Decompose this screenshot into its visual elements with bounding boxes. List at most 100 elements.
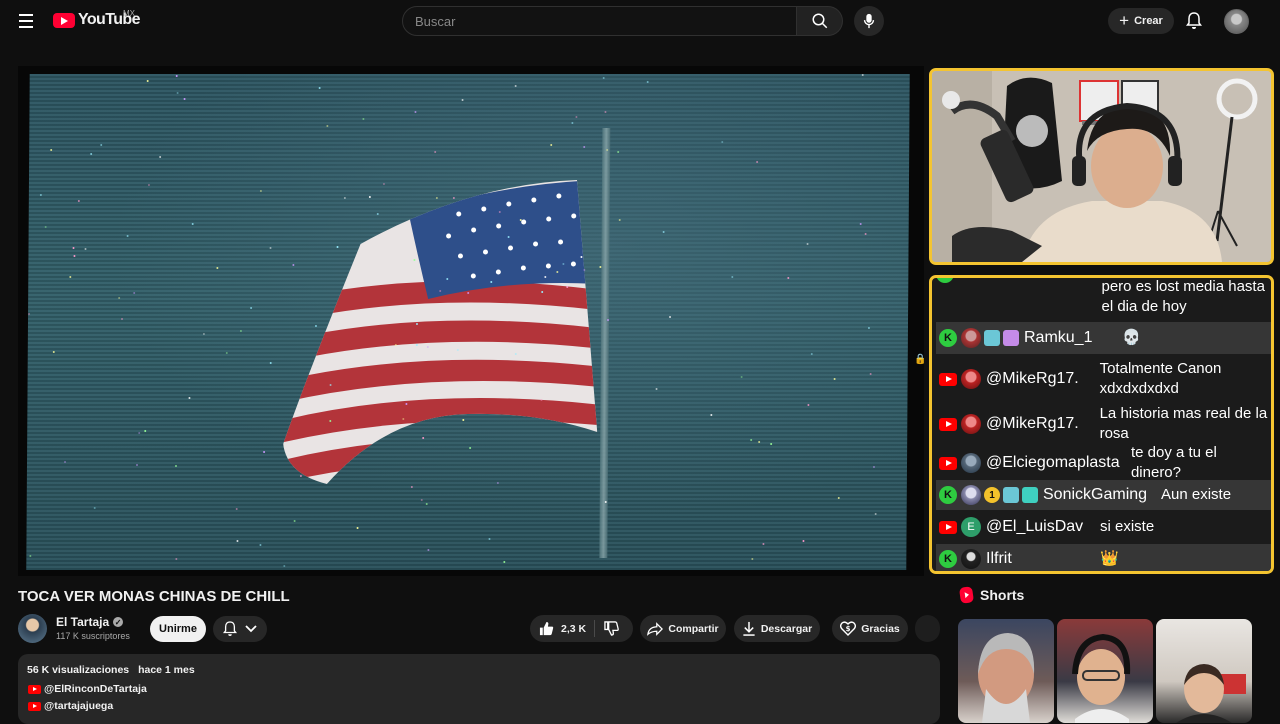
noise-speck	[118, 297, 121, 299]
description-link[interactable]: @ElRinconDeTartaja	[28, 683, 147, 695]
noise-speck	[293, 520, 296, 522]
noise-speck	[580, 256, 583, 258]
noise-speck	[467, 292, 470, 294]
kick-icon: K	[939, 486, 957, 504]
noise-speck	[176, 92, 179, 94]
noise-speck	[602, 77, 605, 79]
noise-speck	[376, 213, 379, 215]
link-text[interactable]: @ElRinconDeTartaja	[44, 683, 147, 695]
noise-speck	[405, 403, 408, 405]
chat-author-cropped: K	[936, 278, 1102, 297]
noise-speck	[498, 211, 501, 213]
bell-icon	[1186, 12, 1202, 29]
noise-speck	[507, 236, 510, 238]
channel-name[interactable]: El Tartaja	[56, 615, 109, 629]
chat-avatar	[961, 369, 981, 389]
dislike-button[interactable]	[595, 621, 619, 636]
chat-avatar	[961, 414, 981, 434]
create-button[interactable]: + Crear	[1108, 8, 1174, 34]
noise-speck	[566, 286, 569, 288]
noise-speck	[269, 247, 272, 249]
noise-speck	[39, 194, 42, 196]
short-thumbnail[interactable]	[958, 619, 1054, 723]
view-count: 56 K visualizaciones	[27, 664, 130, 676]
noise-speck	[250, 307, 253, 309]
noise-speck	[607, 319, 610, 321]
noise-speck	[283, 565, 286, 567]
join-button[interactable]: Unirme	[150, 616, 206, 642]
noise-speck	[864, 233, 867, 235]
noise-speck	[44, 226, 47, 228]
noise-speck	[710, 414, 713, 416]
bell-icon	[223, 621, 237, 636]
menu-icon[interactable]	[14, 10, 38, 32]
noise-speck	[326, 125, 329, 127]
noise-speck	[202, 333, 205, 335]
video-frame[interactable]	[26, 74, 910, 570]
channel-name-row[interactable]: El Tartaja ✓	[56, 615, 124, 629]
noise-speck	[413, 259, 416, 261]
description-link[interactable]: @tartajajuega	[28, 700, 113, 712]
search-button[interactable]	[797, 6, 843, 36]
voice-search-button[interactable]	[854, 6, 884, 36]
notifications-button[interactable]	[1184, 11, 1204, 31]
noise-speck	[802, 540, 805, 542]
like-count: 2,3 K	[561, 622, 587, 635]
download-button[interactable]: Descargar	[734, 615, 820, 642]
kick-icon: K	[939, 550, 957, 568]
short-thumbnail-image	[1176, 664, 1246, 723]
chat-message: @MikeRg17. Totalmente Canon xdxdxdxdxd	[936, 358, 1271, 400]
chat-message: @Elciegomaplasta te doy a tu el dinero?	[936, 444, 1271, 481]
chat-message: @MikeRg17. La historia mas real de la ro…	[936, 403, 1271, 445]
noise-speck	[183, 98, 186, 100]
subscriber-badge-icon	[1003, 487, 1019, 503]
account-avatar[interactable]	[1224, 9, 1249, 34]
chat-message: K 1 SonickGaming Aun existe	[936, 480, 1271, 510]
youtube-icon	[939, 456, 957, 470]
chat-avatar	[961, 485, 981, 505]
noise-speck	[394, 344, 397, 346]
noise-speck	[874, 513, 877, 515]
noise-speck	[147, 184, 150, 186]
noise-speck	[583, 269, 586, 271]
more-actions-button[interactable]	[915, 615, 940, 642]
noise-speck	[758, 441, 761, 443]
subscription-notifications-button[interactable]	[213, 616, 267, 642]
subscriber-count: 117 K suscriptores	[56, 631, 130, 641]
noise-speck	[174, 465, 178, 467]
noise-speck	[456, 349, 459, 351]
shorts-title: Shorts	[980, 587, 1025, 603]
chat-message-text: si existe	[1100, 518, 1155, 535]
chat-username: @El_LuisDav	[986, 518, 1084, 535]
channel-avatar[interactable]	[18, 614, 47, 643]
noise-speck	[368, 196, 371, 198]
search-input[interactable]	[403, 7, 796, 35]
noise-speck	[50, 149, 53, 151]
video-player[interactable]: 🔒	[18, 66, 924, 576]
download-icon	[743, 621, 755, 636]
noise-speck	[750, 439, 753, 441]
description-box[interactable]: 56 K visualizaciones hace 1 mes @ElRinco…	[18, 654, 940, 724]
short-thumbnail[interactable]	[1156, 619, 1252, 723]
noise-speck	[606, 149, 609, 151]
thanks-button[interactable]: $ Gracias	[832, 615, 908, 642]
share-button[interactable]: Compartir	[640, 615, 726, 642]
youtube-icon	[939, 372, 957, 386]
noise-speck	[84, 248, 87, 250]
noise-speck	[77, 200, 80, 202]
upload-date: hace 1 mes	[138, 664, 195, 676]
country-code: MX	[123, 9, 135, 18]
kick-icon: K	[939, 329, 957, 347]
chat-username: Ramku_1	[1024, 329, 1093, 346]
like-button[interactable]: 2,3 K	[530, 620, 596, 637]
noise-speck	[434, 151, 437, 153]
gift-badge-icon	[1003, 330, 1019, 346]
noise-speck	[188, 397, 191, 399]
link-text[interactable]: @tartajajuega	[44, 700, 113, 712]
noise-speck	[806, 243, 809, 245]
create-label: Crear	[1134, 15, 1163, 27]
noise-speck	[599, 266, 602, 268]
noise-speck	[414, 111, 417, 113]
short-thumbnail[interactable]	[1057, 619, 1153, 723]
noise-speck	[427, 549, 430, 551]
